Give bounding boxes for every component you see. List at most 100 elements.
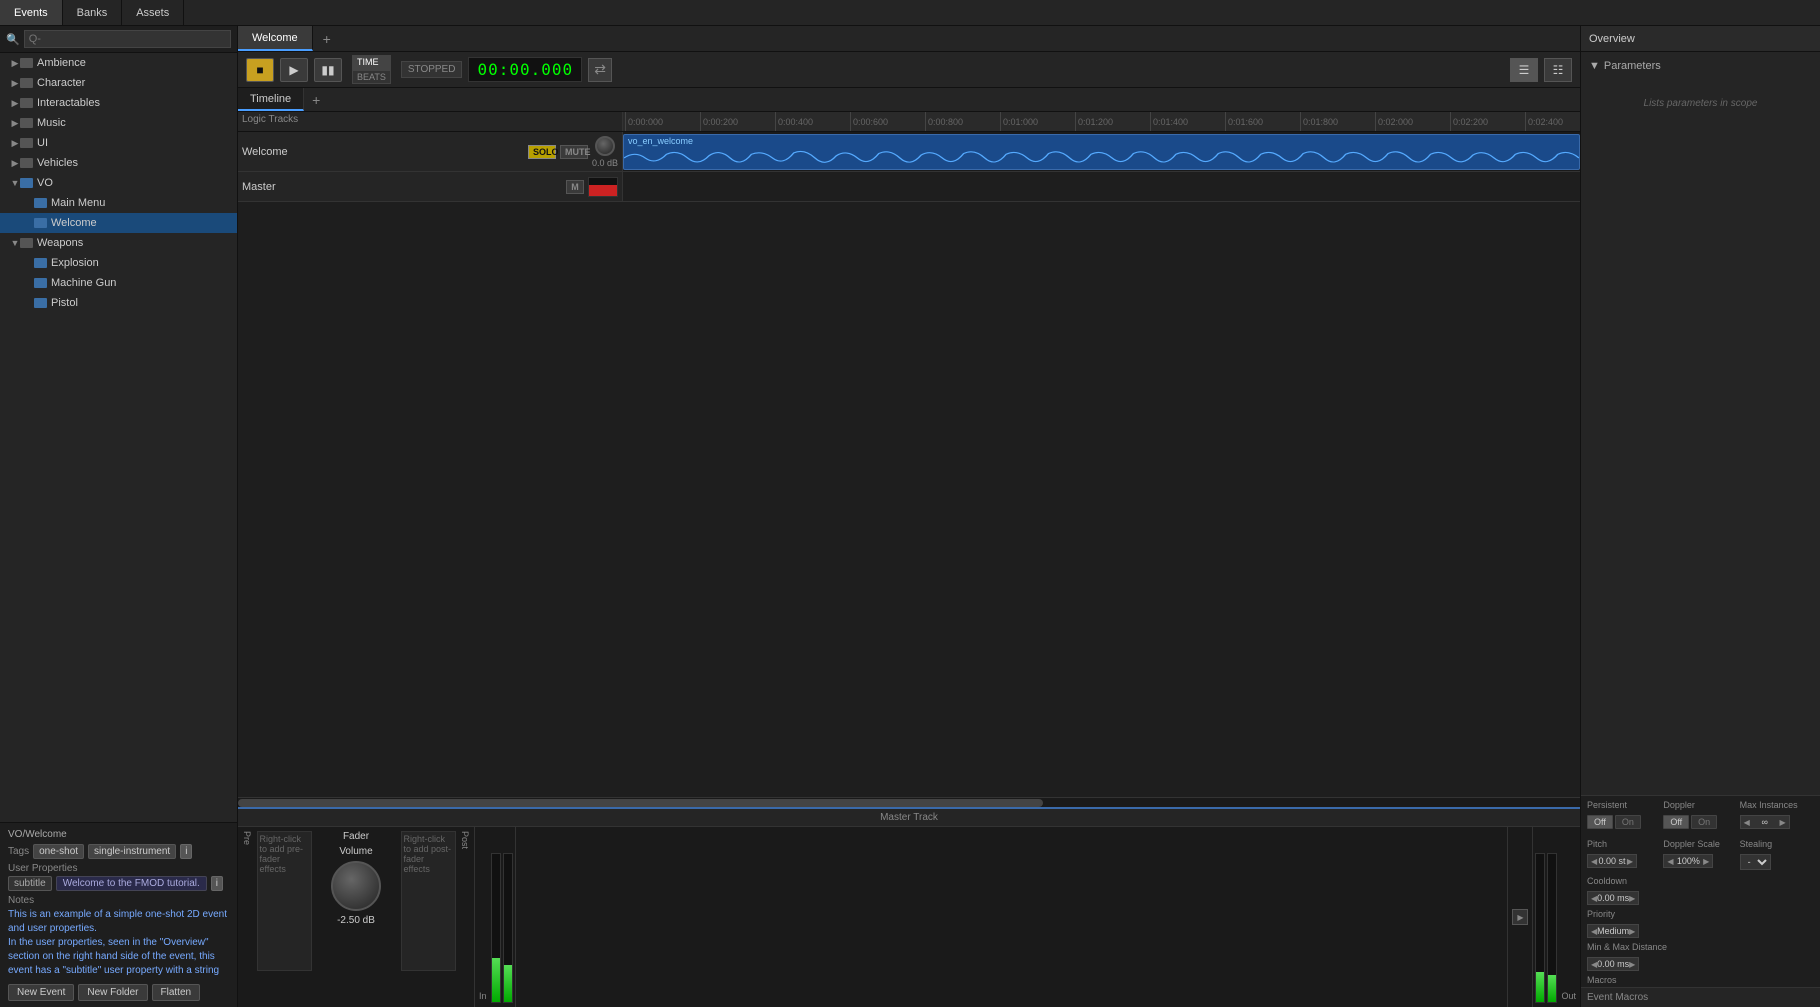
ruler-mark: 0:00:200 (700, 112, 775, 131)
scroll-thumb[interactable] (238, 799, 1043, 807)
play-button[interactable]: ▶ (280, 58, 308, 82)
add-tag-button[interactable]: i (180, 844, 192, 859)
sidebar-item-weapons[interactable]: ▼ Weapons (0, 233, 237, 253)
sidebar-item-welcome[interactable]: ▶ Welcome (0, 213, 237, 233)
grid-view-button[interactable]: ☷ (1544, 58, 1572, 82)
event-tab-welcome[interactable]: Welcome (238, 26, 313, 51)
min-max-distance-value: ◀ 0.00 ms ▶ (1587, 957, 1814, 971)
timeline-tabs: Timeline + (238, 88, 1580, 112)
stepper-arrow-right[interactable]: ▶ (1627, 857, 1633, 866)
search-icon: 🔍 (6, 33, 20, 46)
stepper-arrow-right[interactable]: ▶ (1629, 894, 1635, 903)
sidebar-item-ambience[interactable]: ▶ Ambience (0, 53, 237, 73)
time-mode-time[interactable]: TIME (352, 55, 391, 70)
tab-assets[interactable]: Assets (122, 0, 184, 25)
volume-knob-main[interactable] (331, 861, 381, 911)
fader-body-post[interactable]: Right-click to add post-fader effects (401, 831, 456, 971)
search-input[interactable] (24, 30, 231, 48)
bottom-play-button[interactable]: ▶ (1512, 909, 1528, 925)
loop-button[interactable]: ⇄ (588, 58, 612, 82)
doppler-scale-stepper[interactable]: ◀ 100% ▶ (1663, 854, 1713, 868)
stealing-select[interactable]: - (1740, 854, 1771, 870)
sidebar-item-explosion[interactable]: ▶ Explosion (0, 253, 237, 273)
pitch-stepper[interactable]: ◀ 0.00 st ▶ (1587, 854, 1637, 868)
tag-single-instrument: single-instrument (88, 844, 176, 859)
timeline-tab[interactable]: Timeline (238, 88, 304, 111)
ruler-mark: 0:02:000 (1375, 112, 1450, 131)
max-instances-stepper[interactable]: ◀ ∞ ▶ (1740, 815, 1790, 829)
add-timeline-tab-button[interactable]: + (304, 90, 328, 110)
tab-events[interactable]: Events (0, 0, 63, 25)
edit-prop-button[interactable]: i (211, 876, 223, 891)
horizontal-scrollbar[interactable] (238, 797, 1580, 807)
stepper-arrow-left[interactable]: ◀ (1667, 857, 1673, 866)
sidebar-item-pistol[interactable]: ▶ Pistol (0, 293, 237, 313)
solo-button[interactable]: SOLO (528, 145, 556, 159)
event-tabs: Welcome + (238, 26, 1580, 52)
time-mode-beats[interactable]: BEATS (352, 70, 391, 85)
track-content-welcome[interactable]: vo_en_welcome (623, 132, 1580, 171)
stepper-arrow-left[interactable]: ◀ (1591, 857, 1597, 866)
pause-button[interactable]: ▮▮ (314, 58, 342, 82)
prop-val: Welcome to the FMOD tutorial. (56, 876, 207, 891)
volume-knob[interactable] (595, 136, 615, 156)
doppler-on-button[interactable]: On (1691, 815, 1717, 829)
add-event-tab-button[interactable]: + (313, 26, 341, 51)
sidebar-item-music[interactable]: ▶ Music (0, 113, 237, 133)
chevron-right-icon: ▶ (10, 78, 20, 89)
sidebar-item-vo[interactable]: ▼ VO (0, 173, 237, 193)
folder-icon (20, 158, 33, 168)
ruler-mark: 0:01:800 (1300, 112, 1375, 131)
min-distance-stepper[interactable]: ◀ 0.00 ms ▶ (1587, 957, 1639, 971)
sidebar-item-interactables[interactable]: ▶ Interactables (0, 93, 237, 113)
persistent-on-button[interactable]: On (1615, 815, 1641, 829)
new-folder-button[interactable]: New Folder (78, 984, 147, 1001)
vu-meter-out-l (1535, 853, 1545, 1003)
sidebar-search-bar: 🔍 (0, 26, 237, 53)
parameters-toggle[interactable]: ▼ Parameters (1589, 60, 1812, 72)
stepper-arrow-right[interactable]: ▶ (1629, 927, 1635, 936)
master-m-button[interactable]: M (566, 180, 584, 194)
doppler-label: Doppler (1663, 800, 1737, 810)
chevron-right-icon: ▶ (10, 158, 20, 169)
waveform (624, 147, 1579, 169)
fader-placeholder-post: Right-click to add post-fader effects (402, 832, 455, 876)
knob-section: Fader Volume -2.50 dB (316, 831, 396, 926)
sidebar-item-machine-gun[interactable]: ▶ Machine Gun (0, 273, 237, 293)
stepper-arrow-right[interactable]: ▶ (1779, 818, 1785, 827)
cooldown-stepper[interactable]: ◀ 0.00 ms ▶ (1587, 891, 1639, 905)
pitch-val: 0.00 st (1598, 856, 1625, 866)
persistent-off-button[interactable]: Off (1587, 815, 1613, 829)
sidebar-item-main-menu[interactable]: ▶ Main Menu (0, 193, 237, 213)
vu-fill-out-r (1548, 975, 1556, 1002)
fader-body-pre[interactable]: Right-click to add pre-fader effects (257, 831, 312, 971)
sidebar-item-vehicles[interactable]: ▶ Vehicles (0, 153, 237, 173)
sidebar-item-ui[interactable]: ▶ UI (0, 133, 237, 153)
new-event-button[interactable]: New Event (8, 984, 74, 1001)
tab-banks[interactable]: Banks (63, 0, 123, 25)
mute-button[interactable]: MUTE (560, 145, 588, 159)
doppler-off-button[interactable]: Off (1663, 815, 1689, 829)
stepper-arrow-right[interactable]: ▶ (1703, 857, 1709, 866)
max-instances-value: ◀ ∞ ▶ (1740, 815, 1814, 829)
stealing-group: Stealing - (1740, 839, 1814, 870)
list-view-button[interactable]: ☰ (1510, 58, 1538, 82)
folder-icon (20, 238, 33, 248)
time-mode-selector: TIME BEATS (352, 55, 391, 85)
priority-stepper[interactable]: ◀ Medium ▶ (1587, 924, 1639, 938)
ruler-mark: 0:00:800 (925, 112, 1000, 131)
stop-button[interactable]: ■ (246, 58, 274, 82)
cooldown-val: 0.00 ms (1597, 893, 1629, 903)
flatten-button[interactable]: Flatten (152, 984, 201, 1001)
doppler-group: Doppler Off On (1663, 800, 1737, 829)
sidebar-item-character[interactable]: ▶ Character (0, 73, 237, 93)
audio-clip[interactable]: vo_en_welcome (623, 134, 1580, 170)
vu-meter-out-r (1547, 853, 1557, 1003)
stepper-arrow-left[interactable]: ◀ (1744, 818, 1750, 827)
prop-grid: Persistent Off On Doppler Off On M (1581, 796, 1820, 833)
min-distance-val: 0.00 ms (1597, 959, 1629, 969)
master-controls: Master M (238, 172, 623, 201)
stepper-arrow-right[interactable]: ▶ (1629, 960, 1635, 969)
min-max-distance-group: Min & Max Distance ◀ 0.00 ms ▶ (1587, 942, 1814, 971)
sidebar-item-label: Interactables (37, 97, 100, 109)
